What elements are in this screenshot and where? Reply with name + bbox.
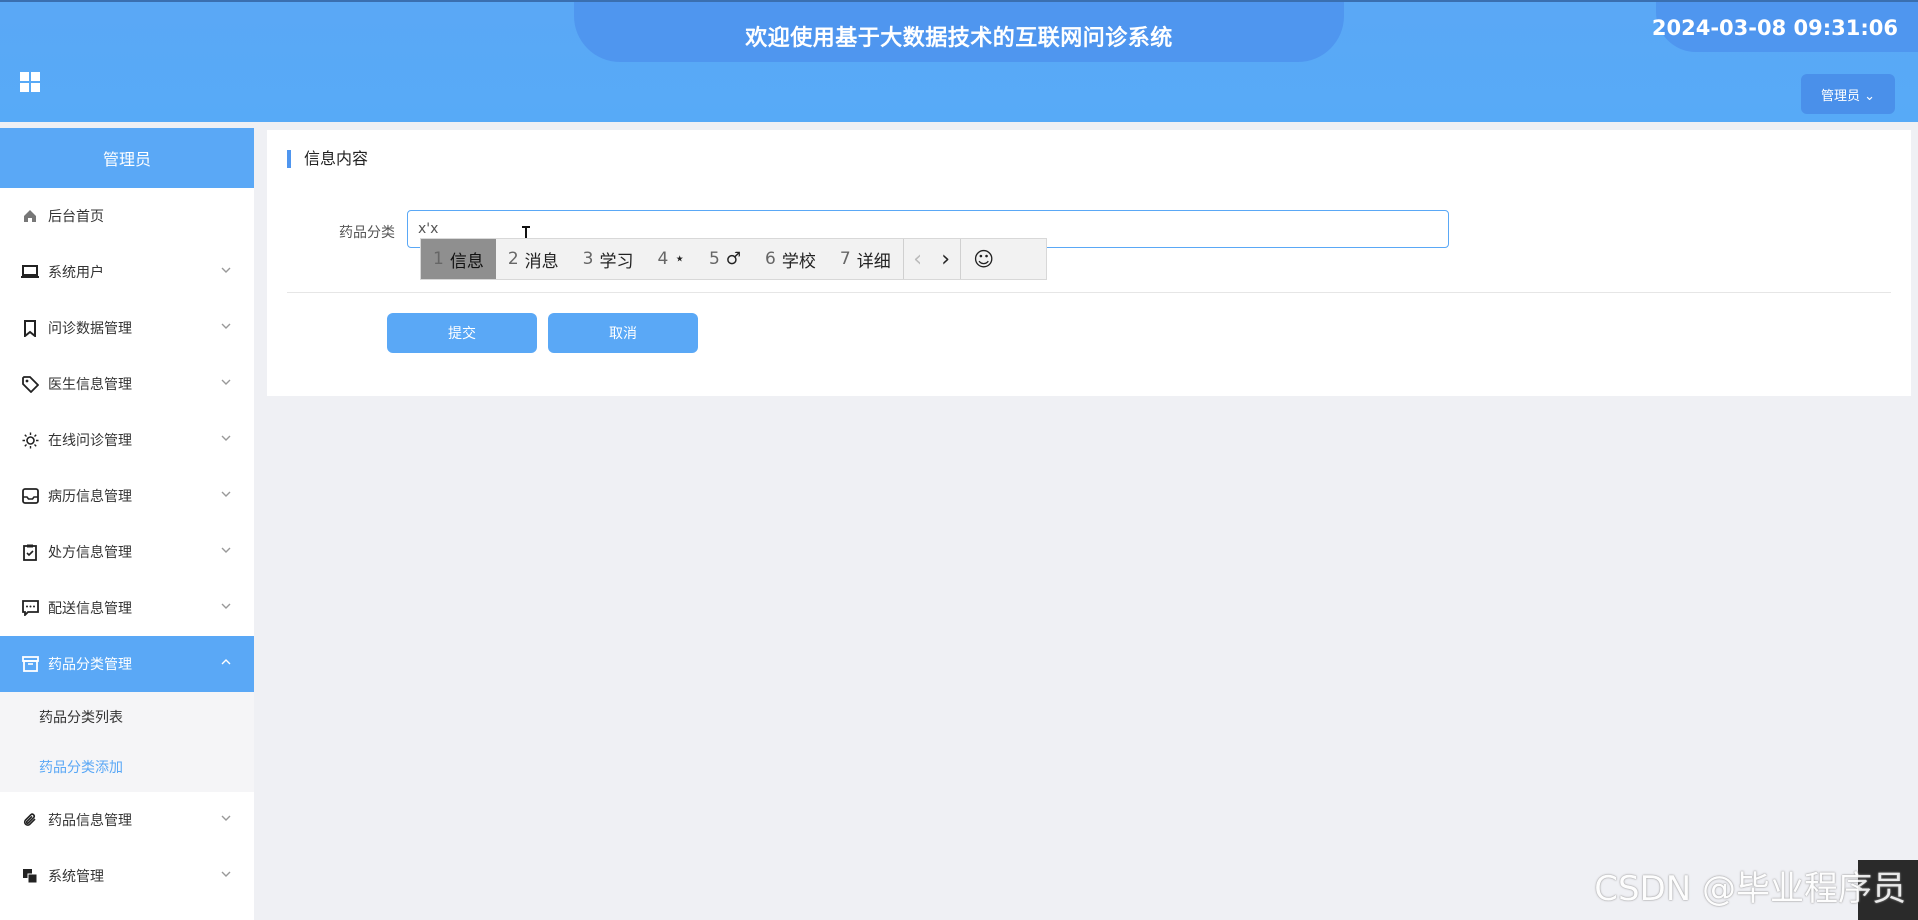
chevron-down-icon [221,379,231,385]
sidebar-item-label: 系统管理 [48,869,104,885]
sidebar-item-drug-info[interactable]: 药品信息管理 [0,792,254,848]
sidebar-item-label: 医生信息管理 [48,377,132,393]
sidebar-item-system-admin[interactable]: 系统管理 [0,848,254,904]
ime-candidate-5[interactable]: 5 ♂ [697,239,753,279]
sun-icon [20,430,40,450]
sidebar-item-label: 配送信息管理 [48,601,132,617]
submit-button[interactable]: 提交 [387,313,537,353]
sidebar-item-online-consult[interactable]: 在线问诊管理 [0,412,254,468]
ime-candidate-7[interactable]: 7 详细 [828,239,903,279]
submenu-item-drug-category-list[interactable]: 药品分类列表 [0,692,254,742]
cancel-button[interactable]: 取消 [548,313,698,353]
sidebar-item-label: 药品分类管理 [48,657,132,673]
top-header: 欢迎使用基于大数据技术的互联网问诊系统 2024-03-08 09:31:06 … [0,0,1918,122]
sidebar-item-label: 处方信息管理 [48,545,132,561]
sidebar-role-header: 管理员 [0,128,254,188]
chevron-down-icon [221,267,231,273]
ime-candidate-bar: 1 信息 2 消息 3 学习 4 ⋆ 5 ♂ 6 学校 7 详细 ‹ › ☺ [420,238,1047,280]
bookmark-icon [20,318,40,338]
section-title: 信息内容 [287,150,368,168]
ime-emoji-icon[interactable]: ☺ [961,239,1007,279]
copy-icon [20,866,40,886]
ime-candidate-4[interactable]: 4 ⋆ [645,239,696,279]
chat-icon [20,598,40,618]
tag-icon [20,374,40,394]
chevron-down-icon [221,323,231,329]
sidebar-item-drug-category[interactable]: 药品分类管理 [0,636,254,692]
chevron-down-icon [221,435,231,441]
chevron-up-icon [221,659,231,665]
monitor-icon [20,262,40,282]
sidebar-item-delivery[interactable]: 配送信息管理 [0,580,254,636]
home-icon [20,206,40,226]
datetime-display: 2024-03-08 09:31:06 [1651,16,1898,40]
sidebar-item-label: 药品信息管理 [48,813,132,829]
grid-menu-icon[interactable] [20,72,40,92]
submenu-item-drug-category-add[interactable]: 药品分类添加 [0,742,254,792]
paperclip-icon [20,810,40,830]
sidebar-item-prescriptions[interactable]: 处方信息管理 [0,524,254,580]
sidebar-item-consult-data[interactable]: 问诊数据管理 [0,300,254,356]
ime-candidate-6[interactable]: 6 学校 [753,239,828,279]
chevron-down-icon [221,491,231,497]
clipboard-check-icon [20,542,40,562]
ime-prev-page-icon[interactable]: ‹ [904,239,932,279]
chevron-down-icon [221,815,231,821]
chevron-down-icon [221,871,231,877]
ime-candidate-1[interactable]: 1 信息 [421,239,496,279]
form-divider [287,292,1891,293]
ime-candidate-2[interactable]: 2 消息 [496,239,571,279]
sidebar-item-label: 在线问诊管理 [48,433,132,449]
ime-candidate-3[interactable]: 3 学习 [571,239,646,279]
inbox-icon [20,486,40,506]
sidebar-item-medical-records[interactable]: 病历信息管理 [0,468,254,524]
user-menu-button[interactable]: 管理员 ⌄ [1801,74,1895,114]
drug-category-label: 药品分类 [339,225,395,241]
sidebar-item-home[interactable]: 后台首页 [0,188,254,244]
sidebar-item-doctor-info[interactable]: 医生信息管理 [0,356,254,412]
sidebar-item-label: 系统用户 [48,265,104,281]
sidebar-item-system-users[interactable]: 系统用户 [0,244,254,300]
sidebar-item-label: 问诊数据管理 [48,321,132,337]
sidebar: 管理员 后台首页 系统用户 问诊数据管理 医生信息管理 在线问诊管理 病历信息管… [0,128,254,920]
chevron-down-icon [221,547,231,553]
chevron-down-icon [221,603,231,609]
csdn-watermark: CSDN @毕业程序员 [1594,869,1906,909]
site-title: 欢迎使用基于大数据技术的互联网问诊系统 [745,26,1173,51]
drug-category-submenu: 药品分类列表 药品分类添加 [0,692,254,792]
sidebar-item-label: 病历信息管理 [48,489,132,505]
archive-icon [20,654,40,674]
sidebar-item-label: 后台首页 [48,209,104,225]
form-panel: 信息内容 药品分类 1信息 2消息 3学习 4⋆ 5♂ 6学校 7详细 ‹ › … [267,130,1911,396]
ime-next-page-icon[interactable]: › [932,239,960,279]
